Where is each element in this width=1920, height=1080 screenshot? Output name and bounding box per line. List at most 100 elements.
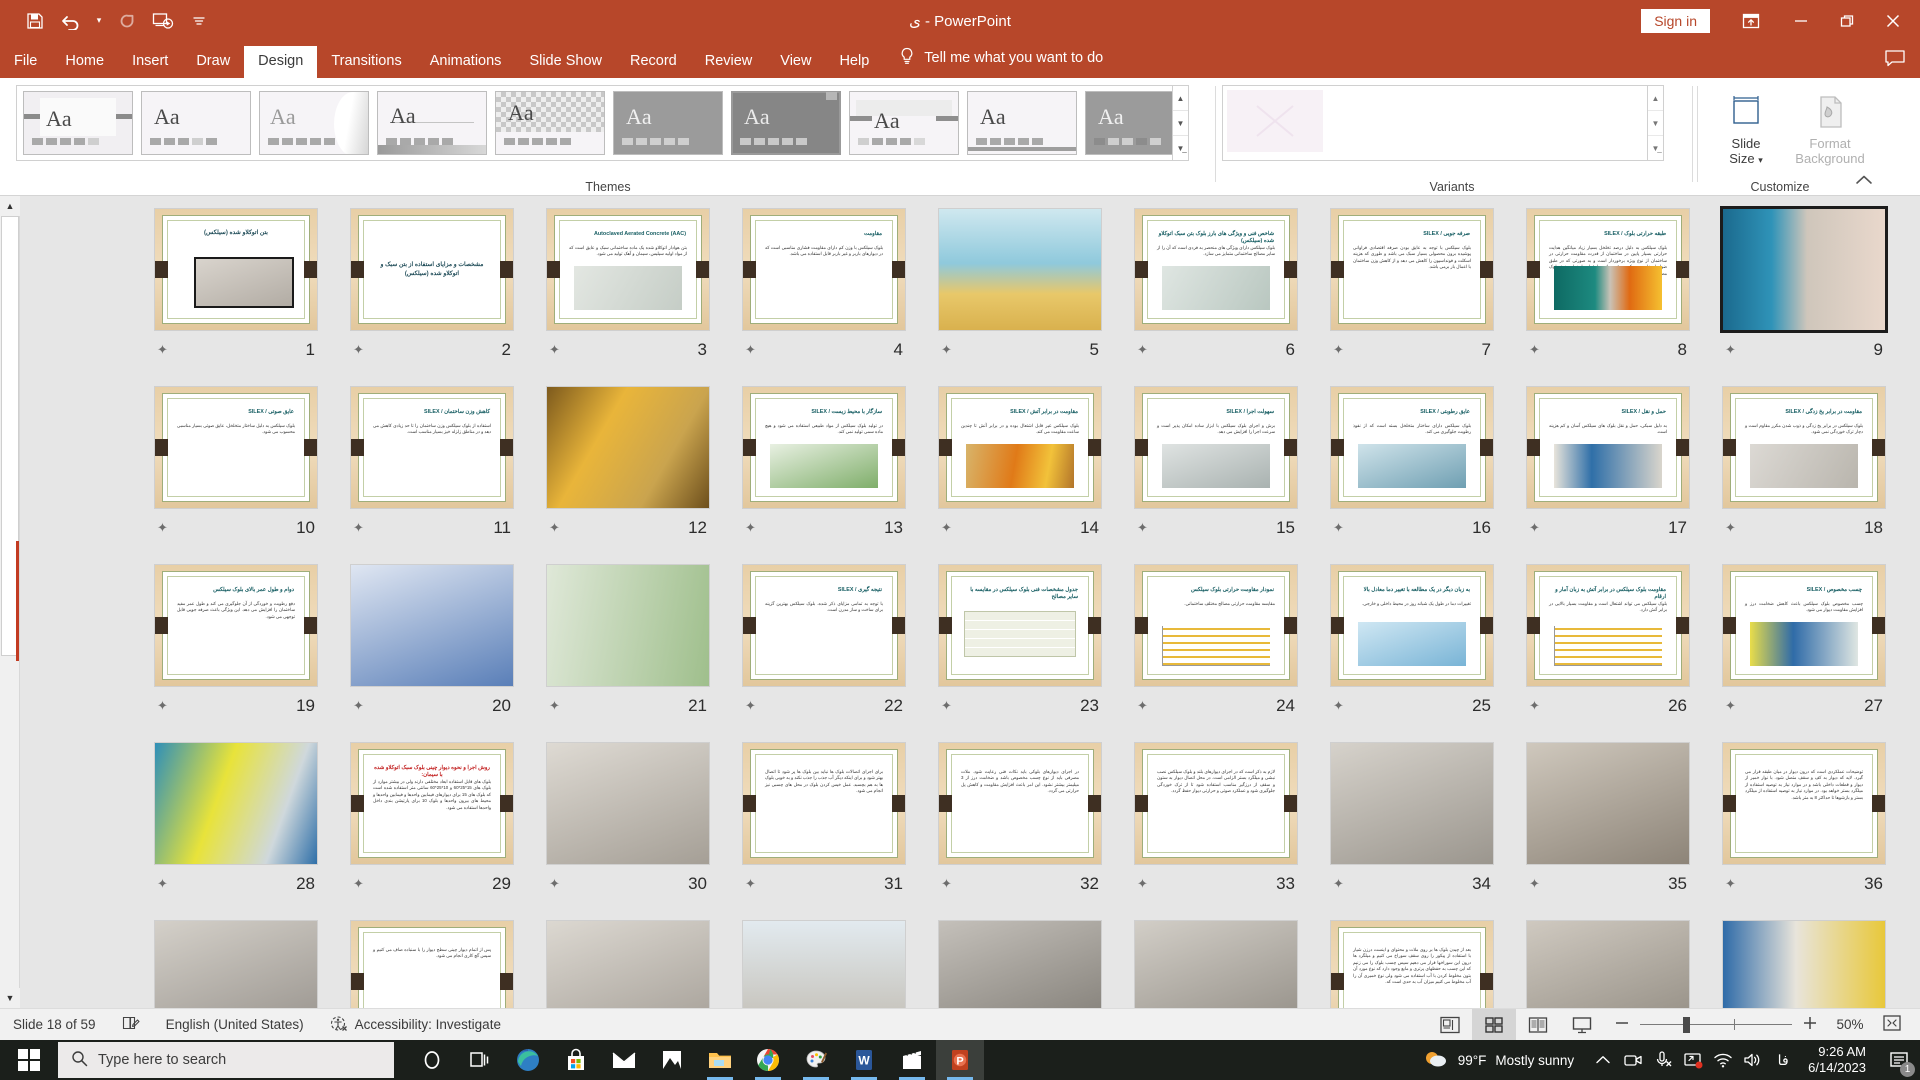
powerpoint-icon[interactable]: P bbox=[936, 1040, 984, 1080]
scroll-down-icon[interactable]: ▼ bbox=[0, 988, 20, 1008]
transition-star-icon[interactable]: ✦ bbox=[157, 342, 168, 358]
transition-star-icon[interactable]: ✦ bbox=[1333, 876, 1344, 892]
slide-thumbnail[interactable]: نتیجه گیری / SILEXبا توجه به تمامی مزایا… bbox=[742, 564, 906, 687]
chrome-icon[interactable] bbox=[744, 1040, 792, 1080]
slide-thumbnail[interactable]: مقاومت در برابر یخ زدگی / SILEXبلوک سیلک… bbox=[1722, 386, 1886, 509]
themes-more-icon[interactable]: ▼̲ bbox=[1173, 136, 1188, 160]
tell-me-search[interactable]: Tell me what you want to do bbox=[883, 40, 1113, 78]
themes-scrollbar[interactable]: ▲ ▼ ▼̲ bbox=[1172, 85, 1189, 161]
slide-thumbnail[interactable]: مقاومت بلوک سیلکس در برابر آتش به زبان آ… bbox=[1526, 564, 1690, 687]
transition-star-icon[interactable]: ✦ bbox=[941, 520, 952, 536]
slide-cell[interactable]: شاخص فنی و ویژگی های بارز بلوک بتن سبک ا… bbox=[1118, 208, 1314, 386]
transition-star-icon[interactable]: ✦ bbox=[1333, 520, 1344, 536]
slide-show-view-button[interactable] bbox=[1560, 1009, 1604, 1041]
redo-icon[interactable] bbox=[110, 6, 144, 36]
transition-star-icon[interactable]: ✦ bbox=[1333, 698, 1344, 714]
slide-thumbnail[interactable] bbox=[154, 920, 318, 1008]
transition-star-icon[interactable]: ✦ bbox=[549, 342, 560, 358]
variant-item[interactable] bbox=[1227, 90, 1323, 152]
slide-thumbnail[interactable]: نمودار مقاومت حرارتی بلوک سیلکسمقایسه مق… bbox=[1134, 564, 1298, 687]
slide-thumbnail[interactable]: برای اجرای اتصالات بلوک ها نباید بین بلو… bbox=[742, 742, 906, 865]
slide-thumbnail[interactable] bbox=[546, 564, 710, 687]
slide-cell[interactable]: 12✦ bbox=[530, 386, 726, 564]
tab-slide-show[interactable]: Slide Show bbox=[515, 46, 616, 78]
theme-item[interactable]: Aa bbox=[967, 91, 1077, 155]
tab-design[interactable]: Design bbox=[244, 46, 317, 78]
microsoft-store-icon[interactable] bbox=[552, 1040, 600, 1080]
transition-star-icon[interactable]: ✦ bbox=[1137, 342, 1148, 358]
word-icon[interactable]: W bbox=[840, 1040, 888, 1080]
customize-qat-icon[interactable] bbox=[182, 6, 216, 36]
theme-item[interactable]: Aa bbox=[259, 91, 369, 155]
zoom-handle[interactable] bbox=[1683, 1017, 1690, 1033]
slide-thumbnail[interactable] bbox=[546, 920, 710, 1008]
undo-icon[interactable] bbox=[54, 6, 88, 36]
slide-thumbnail[interactable]: عایق صوتی / SILEXبلوک سیلکس به دلیل ساخت… bbox=[154, 386, 318, 509]
slide-cell[interactable]: بتن اتوکلاو شده (سیلکس)1✦ bbox=[138, 208, 334, 386]
slide-thumbnail[interactable]: بتن اتوکلاو شده (سیلکس) bbox=[154, 208, 318, 331]
transition-star-icon[interactable]: ✦ bbox=[1529, 876, 1540, 892]
slide-thumbnail[interactable] bbox=[350, 564, 514, 687]
slide-cell[interactable]: به زبان دیگر در یک مطالعه با تغییر دما م… bbox=[1314, 564, 1510, 742]
transition-star-icon[interactable]: ✦ bbox=[941, 876, 952, 892]
transition-star-icon[interactable]: ✦ bbox=[1725, 520, 1736, 536]
transition-star-icon[interactable]: ✦ bbox=[1529, 342, 1540, 358]
transition-star-icon[interactable]: ✦ bbox=[549, 520, 560, 536]
transition-star-icon[interactable]: ✦ bbox=[1137, 876, 1148, 892]
slide-thumbnail[interactable]: در اجرای دیوارهای بلوکی باید نکات فنی رع… bbox=[938, 742, 1102, 865]
transition-star-icon[interactable]: ✦ bbox=[157, 520, 168, 536]
slide-thumbnail[interactable]: بعد از چیدن بلوک ها بر روی ملات و محتوای… bbox=[1330, 920, 1494, 1008]
save-icon[interactable] bbox=[18, 6, 52, 36]
slide-cell[interactable]: سازگار با محیط زیست / SILEXدر تولید بلوک… bbox=[726, 386, 922, 564]
slide-cell[interactable]: 41✦ bbox=[922, 920, 1118, 1008]
slide-thumbnail[interactable]: عایق رطوبتی / SILEXبلوک سیلکس دارای ساخت… bbox=[1330, 386, 1494, 509]
slide-cell[interactable]: جدول مشخصات فنی بلوک سیلکس در مقایسه با … bbox=[922, 564, 1118, 742]
slide-thumbnail[interactable]: به زبان دیگر در یک مطالعه با تغییر دما م… bbox=[1330, 564, 1494, 687]
transition-star-icon[interactable]: ✦ bbox=[157, 876, 168, 892]
slide-thumbnail[interactable] bbox=[1526, 742, 1690, 865]
format-background-button[interactable]: Format Background bbox=[1790, 84, 1870, 168]
slide-thumbnail[interactable] bbox=[1526, 920, 1690, 1008]
slide-cell[interactable]: کاهش وزن ساختمان / SILEXاستفاده از بلوک … bbox=[334, 386, 530, 564]
zoom-slider[interactable] bbox=[1640, 1017, 1792, 1033]
tab-insert[interactable]: Insert bbox=[118, 46, 182, 78]
transition-star-icon[interactable]: ✦ bbox=[745, 876, 756, 892]
slide-cell[interactable]: مقاومت در برابر یخ زدگی / SILEXبلوک سیلک… bbox=[1706, 386, 1902, 564]
variants-scroll-down-icon[interactable]: ▼ bbox=[1648, 111, 1663, 136]
start-presentation-icon[interactable] bbox=[146, 6, 180, 36]
slide-cell[interactable]: نمودار مقاومت حرارتی بلوک سیلکسمقایسه مق… bbox=[1118, 564, 1314, 742]
slide-cell[interactable]: 20✦ bbox=[334, 564, 530, 742]
slide-thumbnail[interactable]: پس از اتمام دیوار چینی سطح دیوار را با س… bbox=[350, 920, 514, 1008]
comment-icon[interactable] bbox=[1884, 49, 1906, 72]
slide-cell[interactable]: مشخصات و مزایای استفاده از بتن سبک و اتو… bbox=[334, 208, 530, 386]
slide-cell[interactable]: Autoclaved Aerated Concrete (AAC)بتن هوا… bbox=[530, 208, 726, 386]
edge-icon[interactable] bbox=[504, 1040, 552, 1080]
slide-cell[interactable]: لازم به ذکر است که در اجرای دیوارهای بلن… bbox=[1118, 742, 1314, 920]
slide-thumbnail[interactable]: حمل و نقل / SILEXبه دلیل سبکی، حمل و نقل… bbox=[1526, 386, 1690, 509]
tab-animations[interactable]: Animations bbox=[416, 46, 516, 78]
slide-cell[interactable]: 34✦ bbox=[1314, 742, 1510, 920]
notes-status[interactable] bbox=[109, 1015, 153, 1034]
variants-scrollbar[interactable]: ▲ ▼ ▼̲ bbox=[1647, 85, 1664, 161]
transition-star-icon[interactable]: ✦ bbox=[941, 342, 952, 358]
slide-thumbnail[interactable]: Autoclaved Aerated Concrete (AAC)بتن هوا… bbox=[546, 208, 710, 331]
wifi-icon[interactable] bbox=[1708, 1040, 1738, 1080]
transition-star-icon[interactable]: ✦ bbox=[745, 342, 756, 358]
transition-star-icon[interactable]: ✦ bbox=[1529, 698, 1540, 714]
slide-thumbnail[interactable] bbox=[742, 920, 906, 1008]
slide-thumbnail[interactable] bbox=[1722, 208, 1886, 331]
slide-cell[interactable]: عایق صوتی / SILEXبلوک سیلکس به دلیل ساخت… bbox=[138, 386, 334, 564]
file-explorer-icon[interactable] bbox=[696, 1040, 744, 1080]
transition-star-icon[interactable]: ✦ bbox=[1333, 342, 1344, 358]
taskbar-search[interactable]: Type here to search bbox=[58, 1042, 394, 1078]
start-button[interactable] bbox=[0, 1040, 58, 1080]
transition-star-icon[interactable]: ✦ bbox=[157, 698, 168, 714]
themes-scroll-down-icon[interactable]: ▼ bbox=[1173, 111, 1188, 136]
slide-cell[interactable]: سهولت اجرا / SILEXبرش و اجرای بلوک سیلکس… bbox=[1118, 386, 1314, 564]
slide-cell[interactable]: 44✦ bbox=[1510, 920, 1706, 1008]
slide-thumbnail[interactable] bbox=[546, 742, 710, 865]
language-icon[interactable]: فا bbox=[1768, 1040, 1798, 1080]
close-button[interactable] bbox=[1870, 0, 1916, 41]
fit-to-window-button[interactable] bbox=[1882, 1014, 1910, 1035]
movies-tv-icon[interactable] bbox=[888, 1040, 936, 1080]
